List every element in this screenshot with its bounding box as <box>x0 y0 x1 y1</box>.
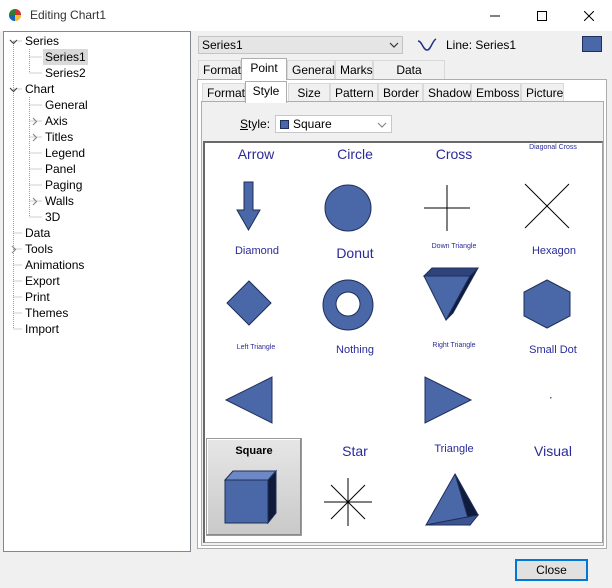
cross-icon <box>424 185 470 231</box>
star-icon <box>324 478 372 526</box>
square-icon <box>224 479 269 524</box>
down-triangle-icon <box>423 275 471 322</box>
diagonal-cross-icon <box>524 183 570 229</box>
circle-icon <box>324 184 372 232</box>
tab-style[interactable]: Style <box>245 81 287 103</box>
hexagon-icon <box>523 279 571 329</box>
tab-point[interactable]: Point <box>241 58 287 80</box>
diamond-icon <box>226 280 272 326</box>
left-triangle-icon <box>224 376 273 424</box>
close-button[interactable]: Close <box>515 559 588 581</box>
pointer-shapes-layer <box>223 181 571 527</box>
donut-icon <box>322 279 374 331</box>
right-triangle-icon <box>424 376 473 424</box>
arrow-icon <box>236 181 261 232</box>
small-dot-icon <box>550 397 552 399</box>
